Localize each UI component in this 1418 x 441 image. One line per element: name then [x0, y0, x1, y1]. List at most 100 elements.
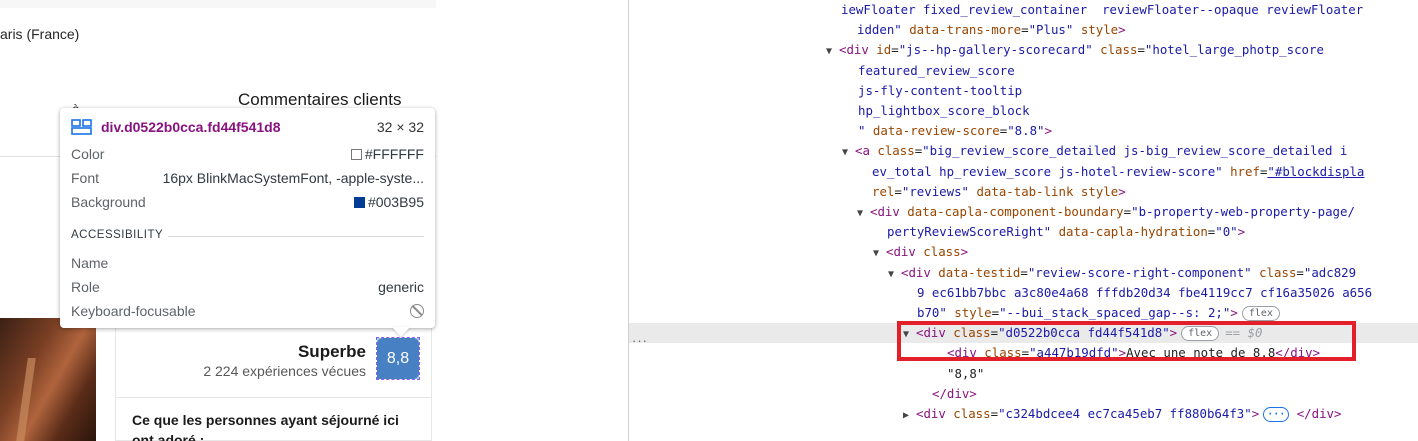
card-highlight-text: Ce que les personnes ayant séjourné ici …: [132, 412, 399, 441]
code-token: =: [894, 183, 902, 199]
background-value: #003B95: [367, 194, 424, 210]
code-token: class: [1092, 42, 1138, 58]
code-token: <div: [870, 204, 900, 219]
expand-arrow-icon[interactable]: ▼: [842, 143, 855, 163]
dom-tree-line[interactable]: hp_lightbox_score_block: [629, 101, 1418, 121]
code-token: data-testid: [930, 264, 1021, 280]
code-token: class: [945, 406, 991, 421]
code-token: "review-score-right-component": [1027, 264, 1252, 280]
code-token: </div>: [1289, 406, 1342, 421]
code-token: "big_review_score_detailed js-big_review…: [922, 143, 1348, 159]
name-label: Name: [71, 255, 109, 271]
score-value: 8,8: [386, 349, 410, 367]
expand-arrow-icon[interactable]: ▼: [888, 265, 901, 285]
font-label: Font: [71, 170, 100, 186]
background-swatch: [353, 196, 365, 208]
code-token: =: [1296, 264, 1304, 280]
code-token: "#blockdispla: [1267, 163, 1365, 179]
dom-tree-line[interactable]: ev_total hp_review_score js-hotel-review…: [629, 162, 1418, 182]
code-token: style: [946, 305, 992, 320]
code-token: pertyReviewScoreRight": [887, 224, 1052, 240]
flex-badge[interactable]: flex: [1241, 306, 1280, 321]
focusable-label: Keyboard-focusable: [71, 303, 196, 319]
code-token: >: [1044, 123, 1052, 139]
code-token: style: [1073, 183, 1119, 199]
background-label: Background: [71, 194, 146, 210]
expand-arrow-icon[interactable]: ▼: [857, 204, 870, 224]
code-token: hp_lightbox_score_block: [858, 103, 1030, 118]
role-value: generic: [378, 279, 424, 295]
dom-tree-line[interactable]: pertyReviewScoreRight" data-capla-hydrat…: [629, 222, 1418, 242]
code-token: =: [1123, 204, 1132, 219]
expand-arrow-icon[interactable]: ▼: [826, 42, 839, 62]
code-token: </div>: [932, 385, 977, 401]
not-focusable-icon: [410, 304, 424, 318]
collapsed-children-badge[interactable]: ···: [1263, 407, 1290, 422]
code-token: >: [1237, 224, 1246, 240]
code-token: "reviews": [901, 183, 969, 199]
dom-tree-line[interactable]: 9 ec61bb7bbc a3c80e4a68 fffdb20d34 fbe41…: [629, 283, 1418, 303]
dom-tree-line[interactable]: ▼ <a class="big_review_score_detailed js-…: [629, 141, 1418, 161]
dom-tree-line[interactable]: ▼ <div id="js--hp-gallery-scorecard" clas…: [629, 40, 1418, 60]
inspect-tooltip: div.d0522b0cca.fd44f541d8 32 × 32 Color …: [60, 108, 435, 337]
code-token: class: [1251, 264, 1297, 280]
element-selector: div.d0522b0cca.fd44f541d8: [101, 119, 281, 135]
reviews-tab-link[interactable]: Commentaires clients: [238, 90, 401, 110]
code-token: data-capla-component-boundary: [899, 204, 1124, 219]
collapsed-arrow-icon[interactable]: ▶: [903, 406, 916, 426]
code-token: id: [868, 42, 892, 58]
review-score-card[interactable]: Superbe 2 224 expériences vécues 8,8 Ce …: [115, 318, 432, 441]
code-token: idden": [857, 22, 902, 38]
code-token: "c324bdcee4 ec7ca45eb7 ff880b64f3": [998, 406, 1252, 421]
code-token: data-review-score: [865, 123, 1000, 139]
node-actions-ellipsis[interactable]: ···: [632, 333, 648, 348]
dom-tree-line[interactable]: ▼ <div data-testid="review-score-right-co…: [629, 263, 1418, 283]
color-label: Color: [71, 146, 105, 162]
dom-tree-line[interactable]: js-fly-content-tooltip: [629, 81, 1418, 101]
dom-tree-line[interactable]: b70" style="--bui_stack_spaced_gap--s: 2…: [629, 303, 1418, 323]
dom-tree-line[interactable]: ▼ <div data-capla-component-boundary="b-p…: [629, 202, 1418, 222]
dom-tree-line[interactable]: "8,8": [629, 364, 1418, 384]
code-token: >: [1230, 305, 1238, 320]
dom-tree-line[interactable]: " data-review-score="8.8">: [629, 121, 1418, 141]
code-token: "8,8": [947, 365, 985, 381]
score-badge[interactable]: 8,8: [376, 337, 420, 380]
code-token: =: [891, 42, 899, 58]
code-token: =: [1021, 22, 1029, 38]
code-token: >: [1118, 22, 1126, 38]
role-label: Role: [71, 279, 100, 295]
code-token: js-fly-content-tooltip: [858, 82, 1023, 98]
annotation-highlight-box: [897, 321, 1356, 361]
hotel-photo[interactable]: [0, 318, 96, 441]
location-text: aris (France): [0, 26, 80, 42]
code-token: >: [1118, 183, 1126, 199]
elements-panel[interactable]: iewFloater fixed_review_container review…: [629, 0, 1418, 441]
code-token: data-trans-more: [901, 22, 1022, 38]
dom-tree-line[interactable]: featured_review_score: [629, 61, 1418, 81]
accessibility-heading: ACCESSIBILITY: [71, 229, 164, 241]
dom-tree-line[interactable]: iewFloater fixed_review_container review…: [629, 0, 1418, 20]
tooltip-arrow: [392, 327, 410, 337]
tooltip-row-font: Font 16px BlinkMacSystemFont, -apple-sys…: [71, 168, 424, 188]
dom-tree-line[interactable]: idden" data-trans-more="Plus" style>: [629, 20, 1418, 40]
expand-arrow-icon[interactable]: ▼: [873, 244, 886, 264]
code-token: href: [1222, 163, 1260, 179]
color-value: #FFFFFF: [364, 146, 424, 162]
code-token: =: [991, 305, 1000, 320]
dom-tree-line[interactable]: </div>: [629, 384, 1418, 404]
code-token: <div: [916, 406, 946, 421]
code-token: "8.8": [1007, 123, 1045, 139]
code-token: data-capla-hydration: [1051, 224, 1208, 240]
dom-tree-line[interactable]: ▶ <div class="c324bdcee4 ec7ca45eb7 ff880…: [629, 404, 1418, 424]
dom-tree-line[interactable]: ▼ <div class>: [629, 242, 1418, 262]
code-token: style: [1073, 22, 1119, 38]
dom-tree-line[interactable]: rel="reviews" data-tab-link style>: [629, 182, 1418, 202]
element-dimensions: 32 × 32: [376, 119, 424, 135]
code-token: "Plus": [1028, 22, 1074, 38]
tooltip-header: div.d0522b0cca.fd44f541d8 32 × 32: [71, 117, 424, 137]
review-count: 2 224 expériences vécues: [203, 363, 366, 379]
tooltip-row-focusable: Keyboard-focusable: [71, 301, 424, 321]
code-token: "hotel_large_photp_score: [1144, 42, 1324, 58]
card-divider: [116, 397, 431, 398]
code-token: =: [1020, 264, 1028, 280]
